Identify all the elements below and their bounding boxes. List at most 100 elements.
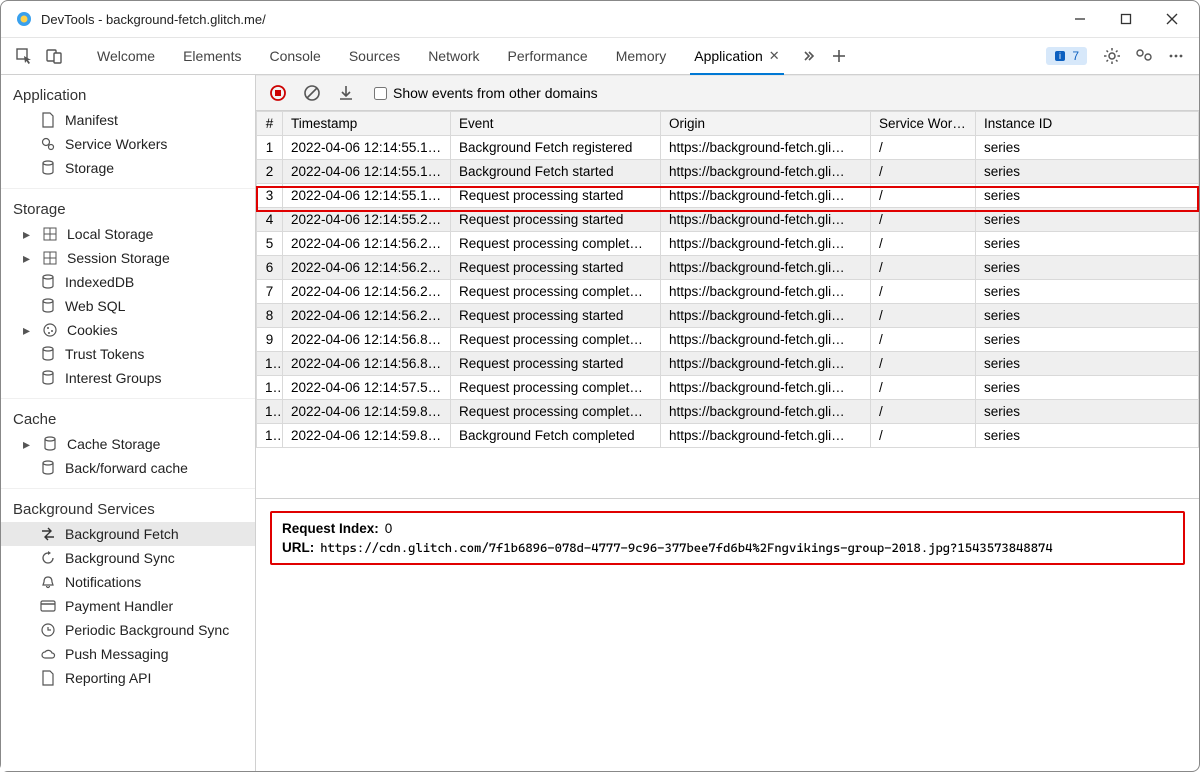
table-row[interactable]: 1..2022-04-06 12:14:59.8…Request process… — [257, 400, 1199, 424]
table-row[interactable]: 22022-04-06 12:14:55.1…Background Fetch … — [257, 160, 1199, 184]
tab-memory[interactable]: Memory — [602, 38, 681, 74]
col-service-worker[interactable]: Service Wor… — [871, 112, 976, 136]
sidebar-item-reporting-api[interactable]: Reporting API — [1, 666, 255, 690]
more-tabs-icon[interactable] — [794, 38, 824, 74]
table-row[interactable]: 82022-04-06 12:14:56.2…Request processin… — [257, 304, 1199, 328]
clear-button[interactable] — [300, 81, 324, 105]
device-toggle-icon[interactable] — [39, 38, 69, 74]
disclosure-triangle-icon[interactable]: ▸ — [23, 322, 33, 339]
sidebar-item-background-fetch[interactable]: Background Fetch — [1, 522, 255, 546]
inspect-element-icon[interactable] — [9, 38, 39, 74]
cell-service-worker: / — [871, 208, 976, 232]
tab-sources[interactable]: Sources — [335, 38, 414, 74]
col-event[interactable]: Event — [451, 112, 661, 136]
sync-icon — [39, 549, 57, 567]
close-tab-icon[interactable]: ✕ — [769, 48, 780, 64]
cell-timestamp: 2022-04-06 12:14:55.1… — [283, 136, 451, 160]
cell-service-worker: / — [871, 232, 976, 256]
cell-instance-id: series — [976, 280, 1199, 304]
add-tab-icon[interactable] — [824, 38, 854, 74]
cell-service-worker: / — [871, 184, 976, 208]
col-index[interactable]: # — [257, 112, 283, 136]
sidebar-item-bfcache[interactable]: Back/forward cache — [1, 456, 255, 480]
col-origin[interactable]: Origin — [661, 112, 871, 136]
table-row[interactable]: 1..2022-04-06 12:14:56.8…Request process… — [257, 352, 1199, 376]
app-icon — [15, 10, 33, 28]
cell-instance-id: series — [976, 376, 1199, 400]
disclosure-triangle-icon[interactable]: ▸ — [23, 226, 33, 243]
cloud-icon — [39, 645, 57, 663]
svg-text:i: i — [1059, 51, 1061, 61]
sidebar-item-cookies[interactable]: ▸Cookies — [1, 318, 255, 342]
window-title: DevTools - background-fetch.glitch.me/ — [41, 12, 266, 27]
close-button[interactable] — [1149, 4, 1195, 34]
disclosure-triangle-icon[interactable]: ▸ — [23, 436, 33, 453]
table-row[interactable]: 62022-04-06 12:14:56.2…Request processin… — [257, 256, 1199, 280]
cell-service-worker: / — [871, 256, 976, 280]
sidebar-item-payment-handler[interactable]: Payment Handler — [1, 594, 255, 618]
sidebar-item-cache-storage[interactable]: ▸Cache Storage — [1, 432, 255, 456]
section-title-application: Application — [1, 81, 255, 108]
maximize-button[interactable] — [1103, 4, 1149, 34]
cell-event: Request processing started — [451, 184, 661, 208]
more-menu-icon[interactable] — [1161, 48, 1191, 64]
cell-origin: https://background-fetch.gli… — [661, 136, 871, 160]
settings-icon[interactable] — [1097, 47, 1127, 65]
sidebar-item-background-sync[interactable]: Background Sync — [1, 546, 255, 570]
sidebar-item-local-storage[interactable]: ▸Local Storage — [1, 222, 255, 246]
section-background-services: Background Services Background Fetch Bac… — [1, 489, 255, 698]
col-instance-id[interactable]: Instance ID — [976, 112, 1199, 136]
sidebar-item-storage-overview[interactable]: Storage — [1, 156, 255, 180]
cell-timestamp: 2022-04-06 12:14:56.2… — [283, 304, 451, 328]
tab-console[interactable]: Console — [255, 38, 334, 74]
sidebar-item-manifest[interactable]: Manifest — [1, 108, 255, 132]
table-row[interactable]: 1..2022-04-06 12:14:59.8…Background Fetc… — [257, 424, 1199, 448]
table-row[interactable]: 92022-04-06 12:14:56.8…Request processin… — [257, 328, 1199, 352]
sidebar-item-session-storage[interactable]: ▸Session Storage — [1, 246, 255, 270]
issues-badge[interactable]: i 7 — [1046, 47, 1087, 65]
cell-index: 3 — [257, 184, 283, 208]
section-application: Application Manifest Service Workers Sto… — [1, 75, 255, 189]
cell-event: Background Fetch registered — [451, 136, 661, 160]
table-row[interactable]: 1..2022-04-06 12:14:57.5…Request process… — [257, 376, 1199, 400]
table-row[interactable]: 42022-04-06 12:14:55.2…Request processin… — [257, 208, 1199, 232]
database-icon — [39, 345, 57, 363]
section-cache: Cache ▸Cache Storage Back/forward cache — [1, 399, 255, 489]
tab-welcome[interactable]: Welcome — [83, 38, 169, 74]
sidebar-item-websql[interactable]: Web SQL — [1, 294, 255, 318]
sidebar-item-indexeddb[interactable]: IndexedDB — [1, 270, 255, 294]
sidebar-item-push-messaging[interactable]: Push Messaging — [1, 642, 255, 666]
cell-origin: https://background-fetch.gli… — [661, 424, 871, 448]
sidebar-item-periodic-sync[interactable]: Periodic Background Sync — [1, 618, 255, 642]
panel-content: Show events from other domains # Timesta… — [256, 75, 1199, 771]
cell-timestamp: 2022-04-06 12:14:59.8… — [283, 400, 451, 424]
sidebar-item-notifications[interactable]: Notifications — [1, 570, 255, 594]
cell-timestamp: 2022-04-06 12:14:56.2… — [283, 280, 451, 304]
show-other-domains-input[interactable] — [374, 87, 387, 100]
cell-index: 1 — [257, 136, 283, 160]
url-value: https://cdn.glitch.com/7f1b6896-078d-477… — [320, 540, 1052, 555]
download-button[interactable] — [334, 81, 358, 105]
show-other-domains-checkbox[interactable]: Show events from other domains — [374, 85, 598, 101]
sidebar-item-trust-tokens[interactable]: Trust Tokens — [1, 342, 255, 366]
table-row[interactable]: 72022-04-06 12:14:56.2…Request processin… — [257, 280, 1199, 304]
minimize-button[interactable] — [1057, 4, 1103, 34]
cell-instance-id: series — [976, 136, 1199, 160]
show-other-domains-label: Show events from other domains — [393, 85, 598, 101]
tab-elements[interactable]: Elements — [169, 38, 255, 74]
tab-application[interactable]: Application✕ — [680, 38, 793, 74]
cell-index: 1.. — [257, 400, 283, 424]
cell-timestamp: 2022-04-06 12:14:59.8… — [283, 424, 451, 448]
sidebar-item-service-workers[interactable]: Service Workers — [1, 132, 255, 156]
tab-network[interactable]: Network — [414, 38, 493, 74]
tab-performance[interactable]: Performance — [494, 38, 602, 74]
disclosure-triangle-icon[interactable]: ▸ — [23, 250, 33, 267]
table-row[interactable]: 52022-04-06 12:14:56.2…Request processin… — [257, 232, 1199, 256]
table-row[interactable]: 12022-04-06 12:14:55.1…Background Fetch … — [257, 136, 1199, 160]
devtools-window: DevTools - background-fetch.glitch.me/ W… — [0, 0, 1200, 772]
record-button[interactable] — [266, 81, 290, 105]
table-row[interactable]: 32022-04-06 12:14:55.1…Request processin… — [257, 184, 1199, 208]
sidebar-item-interest-groups[interactable]: Interest Groups — [1, 366, 255, 390]
feedback-icon[interactable] — [1129, 47, 1159, 65]
col-timestamp[interactable]: Timestamp — [283, 112, 451, 136]
